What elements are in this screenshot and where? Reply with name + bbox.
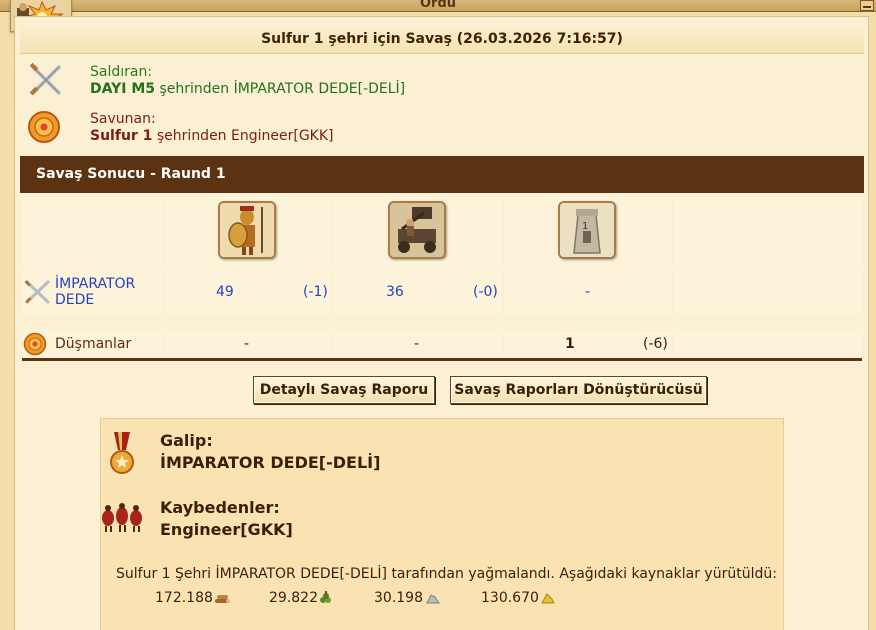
detailed-report-button[interactable]: Detaylı Savaş Raporu (253, 376, 435, 404)
resource-sulfur-value: 130.670 (481, 590, 539, 606)
defender-city-link[interactable]: Sulfur 1 (90, 128, 152, 144)
defender-from-text: şehrinden (152, 128, 232, 144)
enemies-row-cell-4 (674, 330, 862, 358)
attacker-from-text: şehrinden (155, 81, 234, 97)
window-title: Ordu (419, 0, 457, 11)
attacker-line: DAYI M5 şehrinden İMPARATOR DEDE[-DELİ] (90, 81, 405, 97)
wall-unit-icon[interactable]: 1 (558, 201, 616, 259)
defender-line: Sulfur 1 şehrinden Engineer[GKK] (90, 128, 334, 144)
page: Ordu Sulfur 1 şehri için Savaş (26.03.20… (0, 0, 876, 630)
loser-name[interactable]: Engineer[GKK] (160, 520, 293, 539)
attacker-row-name[interactable]: İMPARATOR DEDE (55, 276, 161, 308)
medal-icon (108, 432, 136, 476)
minimize-button[interactable] (860, 0, 874, 11)
attacker-unit2-count: 36 (386, 284, 404, 300)
wood-icon (214, 591, 230, 605)
resource-wine-value: 29.822 (269, 590, 318, 606)
round-header: Savaş Sonucu - Raund 1 (20, 156, 864, 193)
attacker-unit2-loss: (-0) (473, 284, 498, 300)
defeated-soldiers-icon (100, 500, 144, 532)
resource-wood-value: 172.188 (155, 590, 213, 606)
attacker-swords-icon (24, 279, 52, 305)
attacker-unit1-loss: (-1) (303, 284, 328, 300)
defender-label: Savunan: (90, 111, 156, 127)
unit-column-4 (674, 194, 862, 268)
enemies-unit3-count: 1 (565, 336, 575, 352)
enemies-row-name: Düşmanlar (55, 336, 132, 352)
catapult-unit-icon[interactable] (388, 201, 446, 259)
enemies-unit1-count: - (244, 336, 250, 352)
window-titlebar: Ordu (0, 0, 876, 12)
attacker-label: Saldıran: (90, 64, 153, 80)
defender-player-link[interactable]: Engineer[GKK] (231, 128, 333, 144)
attacker-unit1-count: 49 (216, 284, 234, 300)
report-title: Sulfur 1 şehri için Savaş (26.03.2026 7:… (20, 24, 864, 54)
winner-name[interactable]: İMPARATOR DEDE[-DELİ] (160, 453, 380, 472)
loser-label: Kaybedenler: (160, 498, 280, 517)
crossed-swords-icon (28, 62, 64, 98)
hoplite-unit-icon[interactable] (218, 201, 276, 259)
table-bottom-divider (22, 358, 862, 361)
wine-icon (318, 591, 334, 605)
shield-icon (27, 110, 63, 146)
plunder-summary: Sulfur 1 Şehri İMPARATOR DEDE[-DELİ] tar… (116, 566, 777, 582)
enemies-unit3-loss: (-6) (643, 336, 668, 352)
minimize-icon (863, 6, 871, 8)
grid-corner (22, 194, 162, 268)
attacker-player-link[interactable]: İMPARATOR DEDE[-DELİ] (234, 81, 406, 97)
svg-text:1: 1 (582, 221, 588, 232)
attacker-city-link[interactable]: DAYI M5 (90, 81, 155, 97)
attacker-unit3-count: - (585, 284, 591, 300)
resource-marble-value: 30.198 (374, 590, 423, 606)
winner-label: Galip: (160, 431, 213, 450)
sulfur-icon (540, 591, 556, 605)
marble-icon (425, 591, 441, 605)
enemies-shield-icon (23, 332, 47, 356)
report-converter-button[interactable]: Savaş Raporları Dönüştürücüsü (450, 376, 707, 404)
attacker-row-cell-4 (674, 270, 862, 314)
enemies-unit2-count: - (414, 336, 420, 352)
